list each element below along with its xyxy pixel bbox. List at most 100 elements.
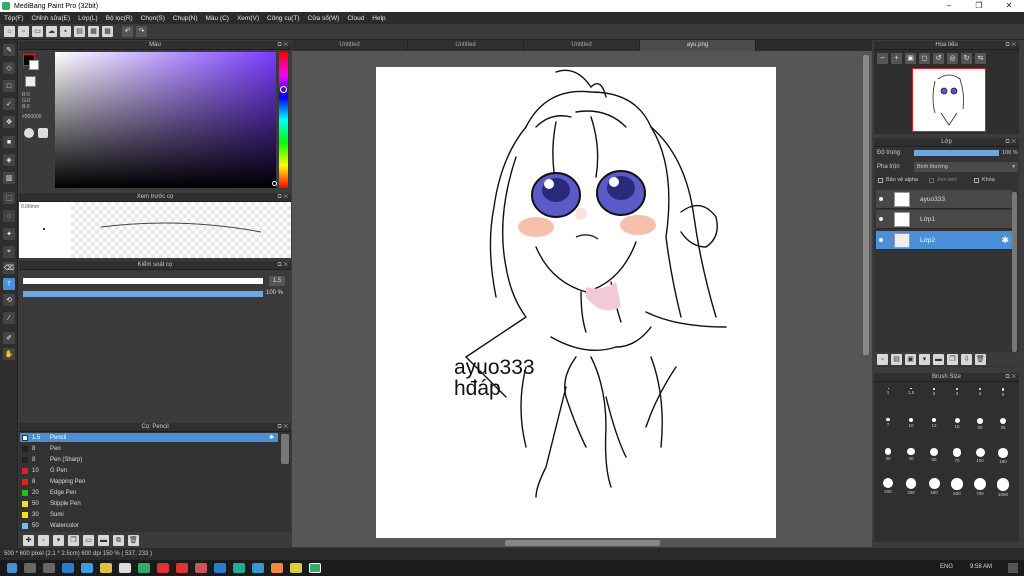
- menu-filter[interactable]: Bộ lọc(R): [102, 15, 137, 22]
- close-icon[interactable]: ⧉ ✕: [277, 193, 288, 202]
- lasso-icon[interactable]: ◌: [3, 210, 15, 222]
- layer-item-lop1[interactable]: Lớp1: [876, 210, 1012, 229]
- menu-layer[interactable]: Lớp(L): [74, 15, 101, 22]
- brush-size-option-1[interactable]: 1: [878, 388, 898, 410]
- brush-size-option-2[interactable]: 2: [924, 388, 944, 410]
- close-icon[interactable]: ⧉ ✕: [1005, 41, 1016, 50]
- gear-icon[interactable]: ✱: [269, 433, 274, 443]
- file-explorer-icon[interactable]: [100, 563, 112, 573]
- brush-item-watercolor[interactable]: 50 Watercolor: [20, 521, 278, 531]
- brush-size-option-150[interactable]: 150: [993, 448, 1013, 470]
- close-icon[interactable]: ⧉ ✕: [277, 423, 288, 432]
- taskbar-app-7-icon[interactable]: [195, 563, 207, 573]
- taskbar-app-6-icon[interactable]: [176, 563, 188, 573]
- close-icon[interactable]: ⧉ ✕: [1005, 138, 1016, 147]
- medibang-taskbar-icon[interactable]: [309, 563, 321, 573]
- brush-tool-icon[interactable]: ✎: [3, 44, 15, 56]
- brush-item-pencil[interactable]: 1.5 Pencil ✱: [20, 433, 278, 443]
- magic-wand-icon[interactable]: ✦: [3, 228, 15, 240]
- tab-ayu-png[interactable]: ayu.png: [640, 40, 756, 51]
- select-rect-icon[interactable]: ⬚: [3, 192, 15, 204]
- brush-menu-icon[interactable]: ▾: [53, 535, 64, 546]
- rotate-left-icon[interactable]: ↺: [933, 53, 944, 64]
- taskbar-app-11-icon[interactable]: [271, 563, 283, 573]
- brush-size-option-20[interactable]: 20: [970, 418, 990, 440]
- layer-item-ayuo333[interactable]: ayuo333: [876, 190, 1012, 209]
- gear-icon[interactable]: ✱: [1001, 235, 1009, 246]
- brush-item-pen-sharp[interactable]: 8 Pen (Sharp): [20, 455, 278, 465]
- brush-size-option-700[interactable]: 700: [970, 478, 990, 500]
- brush-size-option-1000[interactable]: 1000: [993, 478, 1013, 500]
- brush-item-sumi[interactable]: 30 Sumi: [20, 510, 278, 520]
- visibility-icon[interactable]: [879, 197, 883, 201]
- close-icon[interactable]: ⧉ ✕: [277, 261, 288, 270]
- rect-tool-icon[interactable]: □: [3, 80, 15, 92]
- menu-color[interactable]: Màu (C): [201, 15, 232, 22]
- fill-rect-icon[interactable]: ■: [3, 136, 15, 148]
- eraser-tool-icon[interactable]: ◇: [3, 62, 15, 74]
- chrome-icon[interactable]: [290, 563, 302, 573]
- text-tool-icon[interactable]: T: [3, 278, 15, 290]
- layout-icon[interactable]: ▦: [88, 26, 99, 37]
- new-layer-icon[interactable]: ▫: [877, 354, 888, 365]
- color-mode-icon[interactable]: [38, 128, 48, 138]
- close-icon[interactable]: ✕: [994, 0, 1024, 12]
- taskbar-app-2-icon[interactable]: [81, 563, 93, 573]
- brush-size-value[interactable]: 1.5: [269, 276, 285, 286]
- trash-icon[interactable]: 🗑: [128, 535, 139, 546]
- layer-menu-icon[interactable]: ▾: [919, 354, 930, 365]
- brush-size-option-400[interactable]: 400: [924, 478, 944, 500]
- layer-opacity-slider[interactable]: [914, 150, 999, 156]
- notification-icon[interactable]: [1008, 563, 1018, 573]
- protect-alpha-checkbox[interactable]: [878, 178, 883, 183]
- new-file-icon[interactable]: ▫: [18, 26, 29, 37]
- language-indicator[interactable]: ENG: [940, 564, 953, 570]
- menu-file[interactable]: Tệp(F): [0, 15, 28, 22]
- select-brush-icon[interactable]: ⌖: [3, 246, 15, 258]
- brush-size-option-3[interactable]: 3: [947, 388, 967, 410]
- select-pen-icon[interactable]: ✓: [3, 98, 15, 110]
- clock[interactable]: 9:58 AM: [970, 564, 992, 570]
- task-view-icon[interactable]: [43, 563, 55, 573]
- menu-select[interactable]: Chọn(S): [137, 15, 169, 22]
- reset-rotation-icon[interactable]: ◎: [947, 53, 958, 64]
- menu-view[interactable]: Xem(V): [233, 15, 263, 22]
- menu-tools[interactable]: Công cụ(T): [263, 15, 304, 22]
- brush-size-option-4[interactable]: 4: [970, 388, 990, 410]
- brush-item-mapping-pen[interactable]: 8 Mapping Pen: [20, 477, 278, 487]
- merge-layer-icon[interactable]: ⇩: [961, 354, 972, 365]
- background-color-swatch[interactable]: [29, 60, 39, 70]
- palette-icon[interactable]: [24, 128, 34, 138]
- select-eraser-icon[interactable]: ⌫: [3, 262, 15, 274]
- saturation-value-picker[interactable]: [55, 52, 276, 188]
- color-picker-handle[interactable]: [272, 181, 277, 186]
- eyedropper-icon[interactable]: ⁄: [3, 312, 15, 324]
- brush-size-option-10[interactable]: 10: [901, 418, 921, 440]
- brush-size-option-70[interactable]: 70: [947, 448, 967, 470]
- copy-brush-icon[interactable]: ❐: [68, 535, 79, 546]
- horizontal-scrollbar[interactable]: [505, 540, 660, 546]
- taskbar-app-4-icon[interactable]: [138, 563, 150, 573]
- brush-item-pen[interactable]: 8 Pen: [20, 444, 278, 454]
- layer-item-lop2[interactable]: Lớp2 ✱: [876, 231, 1012, 250]
- hue-slider-handle[interactable]: [280, 86, 287, 93]
- brush-size-option-100[interactable]: 100: [970, 448, 990, 470]
- visibility-icon[interactable]: [879, 217, 883, 221]
- brush-opacity-slider[interactable]: [23, 291, 263, 297]
- pen-tool-icon[interactable]: ✐: [3, 332, 15, 344]
- grid-icon[interactable]: ▩: [102, 26, 113, 37]
- navigator-thumbnail[interactable]: [912, 68, 986, 132]
- zoom-in-icon[interactable]: +: [891, 53, 902, 64]
- menu-help[interactable]: Help: [368, 15, 389, 22]
- brush-file-icon[interactable]: ▭: [83, 535, 94, 546]
- blend-mode-select[interactable]: Bình thường ▾: [914, 162, 1018, 172]
- open-file-icon[interactable]: ▭: [32, 26, 43, 37]
- tab-untitled-1[interactable]: Untitled: [292, 40, 408, 51]
- brush-size-option-25[interactable]: 25: [993, 418, 1013, 440]
- new-halftone-layer-icon[interactable]: ▤: [891, 354, 902, 365]
- brush-size-option-500[interactable]: 500: [947, 478, 967, 500]
- brush-size-option-5[interactable]: 5: [993, 388, 1013, 410]
- brush-size-option-7[interactable]: 7: [878, 418, 898, 440]
- brush-size-option-12[interactable]: 12: [924, 418, 944, 440]
- menu-window[interactable]: Cửa sổ(W): [304, 15, 344, 22]
